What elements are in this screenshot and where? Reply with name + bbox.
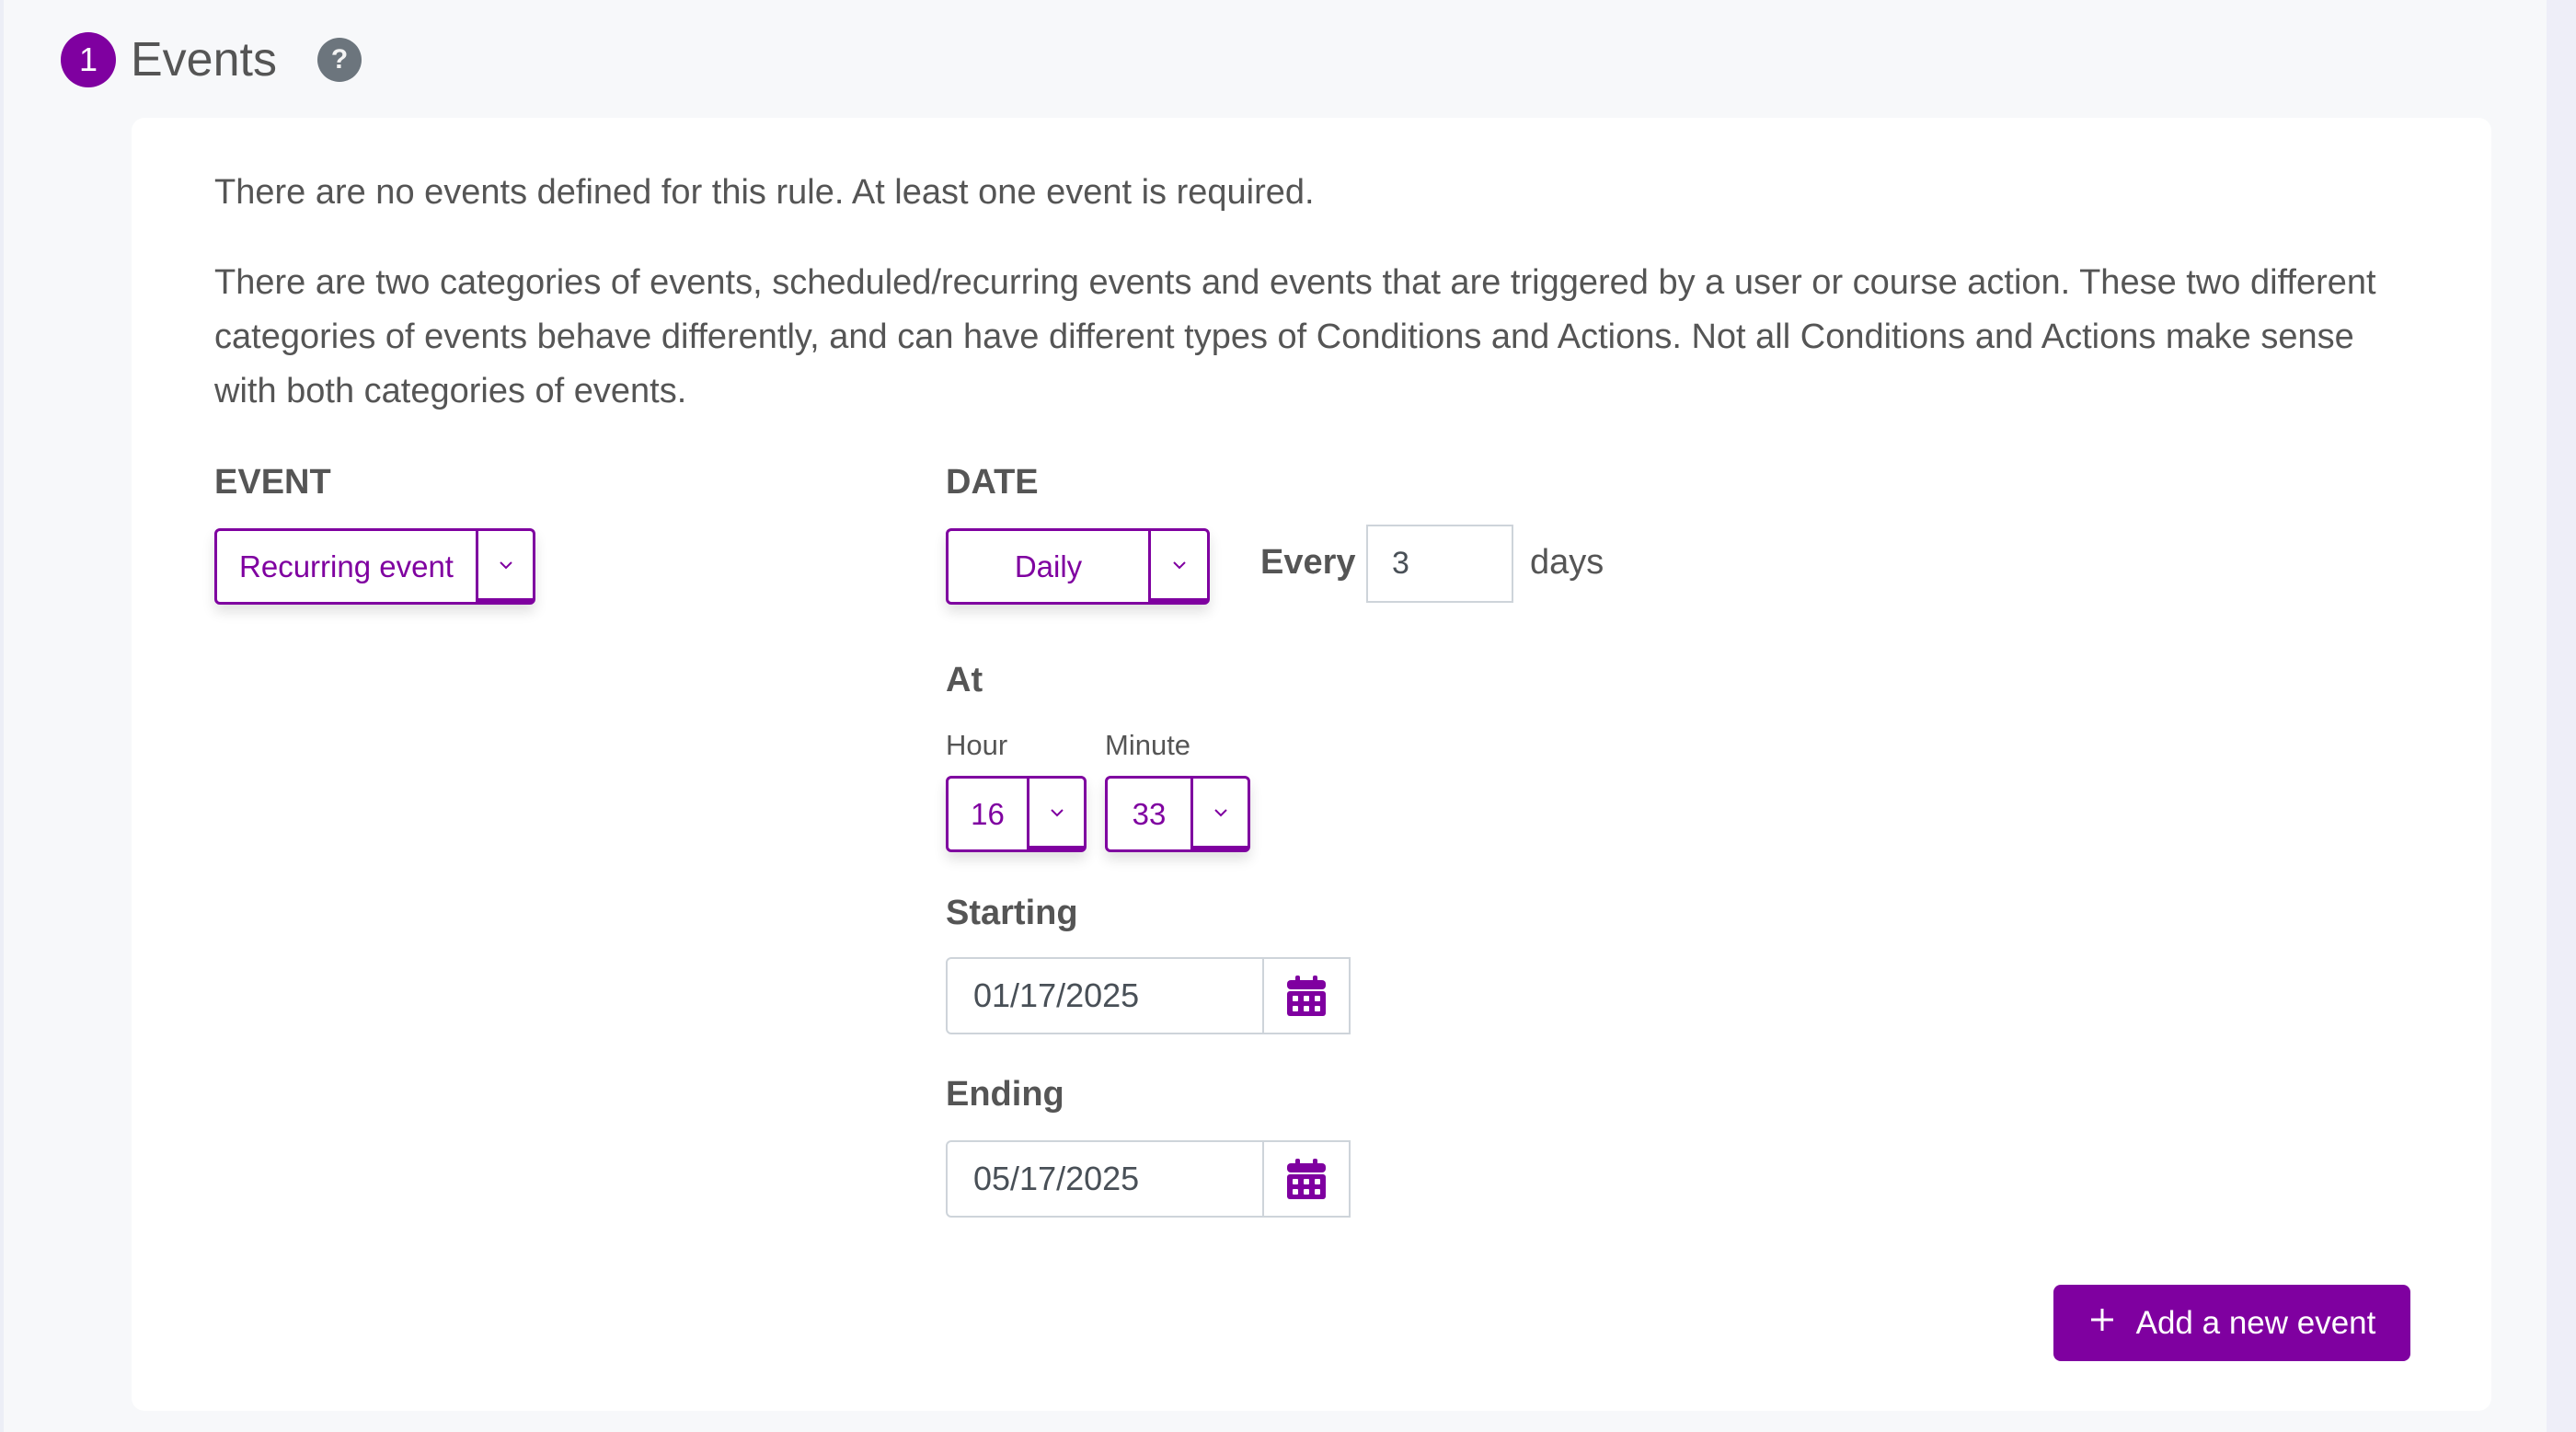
event-type-select[interactable]: Recurring event (214, 528, 535, 605)
frequency-value: Daily (1014, 549, 1083, 583)
add-new-event-button[interactable]: Add a new event (2053, 1285, 2410, 1361)
hour-label: Hour (946, 729, 1008, 761)
chevron-down-icon (476, 531, 533, 602)
event-label: EVENT (214, 463, 331, 502)
question-circle-icon[interactable]: ? (316, 38, 362, 82)
calendar-icon[interactable] (1262, 1142, 1349, 1216)
step-number-badge: 1 (61, 32, 116, 87)
event-type-value: Recurring event (239, 549, 454, 583)
ending-date-value: 05/17/2025 (973, 1160, 1140, 1197)
chevron-down-icon (1148, 531, 1207, 602)
chevron-down-icon (1027, 779, 1084, 849)
ending-label: Ending (946, 1075, 1064, 1114)
minute-select[interactable]: 33 (1105, 776, 1250, 852)
starting-date-input[interactable]: 01/17/2025 (946, 957, 1351, 1034)
left-edge-strip (0, 0, 4, 1432)
days-unit-label: days (1530, 543, 1604, 582)
events-description: There are two categories of events, sche… (214, 263, 2376, 410)
every-interval-input[interactable]: 3 (1366, 525, 1513, 603)
every-label: Every (1260, 543, 1356, 582)
calendar-icon[interactable] (1262, 959, 1349, 1033)
date-label: DATE (946, 463, 1039, 502)
starting-label: Starting (946, 894, 1078, 932)
hour-select[interactable]: 16 (946, 776, 1087, 852)
section-header: 1 Events ? (61, 28, 362, 92)
chevron-down-icon (1190, 779, 1248, 849)
add-new-event-label: Add a new event (2135, 1304, 2376, 1341)
right-edge-strip (2547, 0, 2576, 1432)
events-card: There are no events defined for this rul… (132, 118, 2491, 1411)
starting-date-value: 01/17/2025 (973, 976, 1140, 1014)
minute-value: 33 (1132, 796, 1167, 831)
at-label: At (946, 661, 983, 699)
ending-date-input[interactable]: 05/17/2025 (946, 1140, 1351, 1218)
plus-icon (2088, 1305, 2116, 1342)
frequency-select[interactable]: Daily (946, 528, 1210, 605)
section-title: Events (131, 33, 277, 87)
no-events-message: There are no events defined for this rul… (214, 173, 1315, 212)
hour-value: 16 (971, 796, 1005, 831)
minute-label: Minute (1105, 729, 1191, 761)
